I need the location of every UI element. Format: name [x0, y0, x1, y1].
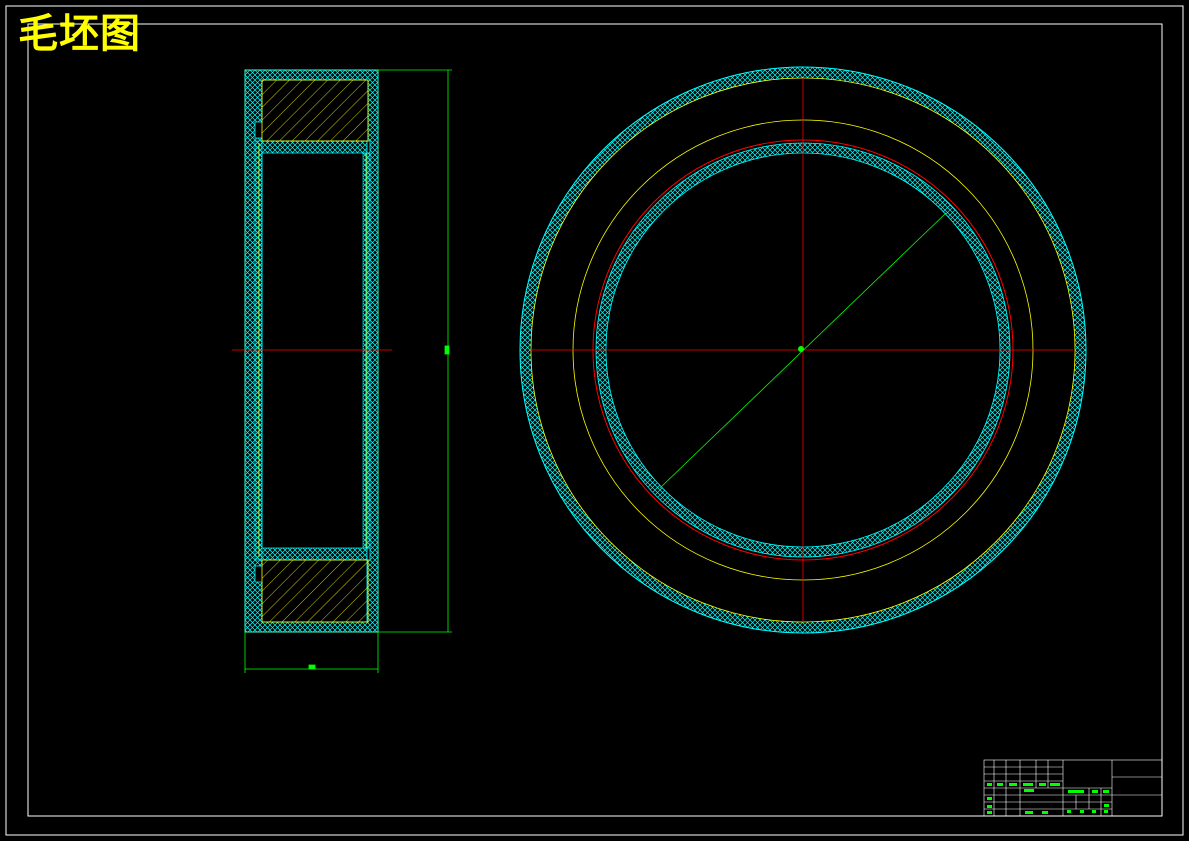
title-block-right-grid: [1112, 776, 1162, 796]
bore-band-right: [362, 152, 371, 549]
section-body-top: [261, 79, 369, 142]
section-view: [232, 69, 392, 633]
section-body-bottom: [261, 559, 369, 623]
dim-width-text-placeholder: [308, 664, 316, 670]
title-block: [983, 759, 1163, 817]
front-view: [510, 57, 1096, 643]
dim-height-text-placeholder: [444, 345, 450, 355]
center-point: [798, 346, 804, 352]
cad-drawing-canvas: [5, 5, 1184, 836]
bore-band-left: [254, 140, 263, 561]
title-block-left-grid: [984, 760, 1063, 816]
section-allowance-band: [244, 69, 379, 633]
drawing-title: 毛坯图: [18, 11, 141, 57]
